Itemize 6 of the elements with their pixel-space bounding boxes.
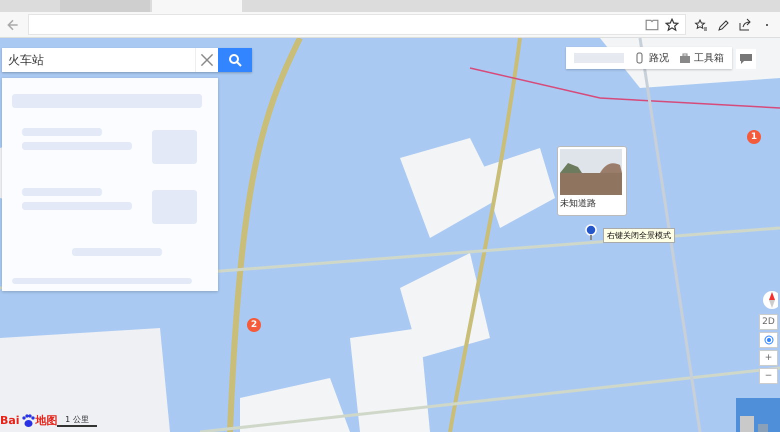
favorites-icon[interactable] xyxy=(694,18,708,32)
book-icon[interactable] xyxy=(645,18,659,32)
share-icon[interactable] xyxy=(738,18,752,32)
star-icon[interactable] xyxy=(665,18,679,32)
back-icon[interactable] xyxy=(6,18,20,32)
pen-icon[interactable] xyxy=(716,18,730,32)
